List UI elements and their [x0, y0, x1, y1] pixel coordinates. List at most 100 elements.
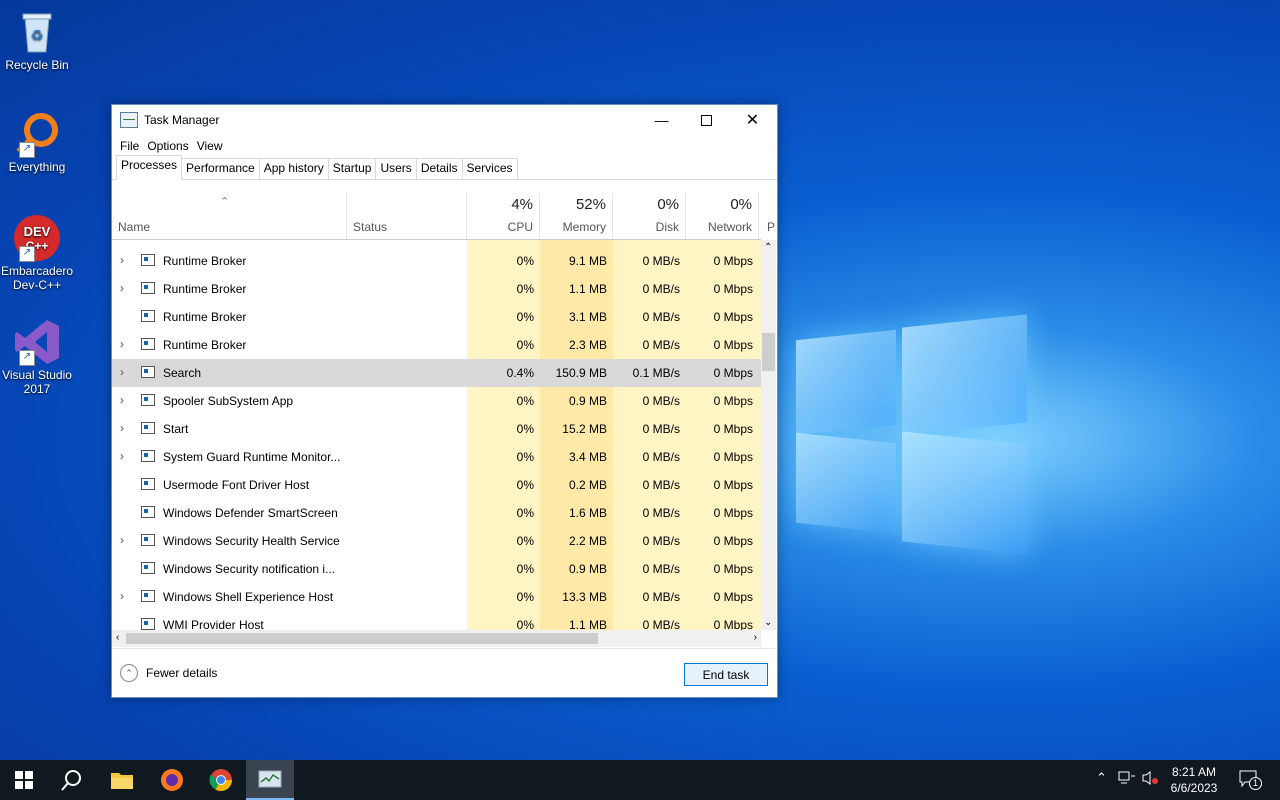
expand-chevron-icon[interactable]: ›: [120, 281, 124, 295]
process-name-cell[interactable]: Windows Security notification i...: [112, 555, 466, 583]
maximize-button[interactable]: [684, 105, 729, 135]
desktop-icon-everything[interactable]: ↗ Everything: [1, 110, 73, 174]
column-header-status[interactable]: Status: [347, 193, 467, 239]
search-button[interactable]: [48, 760, 96, 800]
process-disk-value: 0 MB/s: [642, 254, 680, 268]
process-name-cell[interactable]: › Runtime Broker: [112, 247, 466, 275]
process-network-value: 0 Mbps: [713, 338, 753, 352]
process-name-cell[interactable]: › System Guard Runtime Monitor...: [112, 443, 466, 471]
process-row[interactable]: WMI Provider Host 0% 1.1 MB 0 MB/s 0 Mbps: [112, 611, 761, 630]
expand-chevron-icon[interactable]: ›: [120, 449, 124, 463]
process-disk-value: 0 MB/s: [642, 534, 680, 548]
scroll-left-icon[interactable]: ‹: [116, 632, 119, 643]
tab-startup[interactable]: Startup: [327, 158, 377, 179]
process-row[interactable]: › Runtime Broker 0% 9.1 MB 0 MB/s 0 Mbps: [112, 247, 761, 275]
column-header-memory[interactable]: 52% Memory: [540, 193, 613, 239]
process-row[interactable]: › Search 0.4% 150.9 MB 0.1 MB/s 0 Mbps: [112, 359, 761, 387]
end-task-button[interactable]: End task: [684, 663, 768, 686]
tab-details[interactable]: Details: [415, 158, 463, 179]
process-row[interactable]: Windows Security notification i... 0% 0.9 …: [112, 555, 761, 583]
fewer-details-link[interactable]: ⌃ Fewer details: [120, 664, 217, 682]
column-header-power[interactable]: P: [759, 193, 775, 239]
expand-chevron-icon[interactable]: ›: [120, 337, 124, 351]
taskbar-task-manager[interactable]: [246, 760, 294, 800]
process-name-cell[interactable]: Runtime Broker: [112, 303, 466, 331]
process-disk-value: 0 MB/s: [642, 590, 680, 604]
windows-logo-wallpaper: [792, 305, 1032, 555]
tab-processes[interactable]: Processes: [116, 155, 183, 180]
process-memory-value: 3.4 MB: [568, 450, 607, 464]
process-row[interactable]: › Start 0% 15.2 MB 0 MB/s 0 Mbps: [112, 415, 761, 443]
desktop-icon-visual-studio[interactable]: ↗ Visual Studio 2017: [1, 318, 73, 396]
show-hidden-icons-chevron-icon[interactable]: ⌃: [1096, 770, 1107, 786]
expand-chevron-icon[interactable]: ›: [120, 393, 124, 407]
process-name-cell[interactable]: › Windows Security Health Service: [112, 527, 466, 555]
process-row[interactable]: › System Guard Runtime Monitor... 0% 3.4 MB…: [112, 443, 761, 471]
process-name-cell[interactable]: › Search: [112, 359, 466, 387]
scroll-up-icon[interactable]: ⌃: [764, 242, 772, 253]
tab-app-history[interactable]: App history: [258, 158, 329, 179]
menu-view[interactable]: View: [193, 139, 227, 153]
search-icon: [61, 770, 81, 791]
minimize-button[interactable]: —: [639, 105, 684, 135]
horizontal-scroll-thumb[interactable]: [126, 633, 598, 644]
expand-chevron-icon[interactable]: ›: [120, 589, 124, 603]
process-network-value: 0 Mbps: [713, 590, 753, 604]
taskbar-chrome[interactable]: [197, 760, 245, 800]
expand-chevron-icon[interactable]: ›: [120, 253, 124, 267]
process-name: Usermode Font Driver Host: [163, 478, 310, 492]
menu-file[interactable]: File: [116, 139, 143, 153]
process-memory-value: 9.1 MB: [568, 254, 607, 268]
process-row[interactable]: Runtime Broker 0% 3.1 MB 0 MB/s 0 Mbps: [112, 303, 761, 331]
volume-muted-icon[interactable]: [1141, 770, 1159, 789]
tab-performance[interactable]: Performance: [181, 158, 260, 179]
expand-chevron-icon[interactable]: ›: [120, 421, 124, 435]
vertical-scrollbar[interactable]: ⌃ ⌄: [761, 240, 776, 630]
expand-chevron-icon[interactable]: ›: [120, 365, 124, 379]
process-row[interactable]: Usermode Font Driver Host 0% 0.2 MB 0 MB/s 0…: [112, 471, 761, 499]
start-button[interactable]: [0, 760, 48, 800]
process-memory-value: 0.9 MB: [568, 394, 607, 408]
vertical-scroll-thumb[interactable]: [762, 333, 775, 371]
process-name-cell[interactable]: › Spooler SubSystem App: [112, 387, 466, 415]
scroll-down-icon[interactable]: ⌄: [764, 617, 772, 628]
process-name-cell[interactable]: › Runtime Broker: [112, 275, 466, 303]
column-header-disk[interactable]: 0% Disk: [613, 193, 686, 239]
process-disk-value: 0 MB/s: [642, 506, 680, 520]
process-name-cell[interactable]: › Windows Shell Experience Host: [112, 583, 466, 611]
title-bar[interactable]: Task Manager — ✕: [112, 105, 777, 135]
process-name-cell[interactable]: WMI Provider Host: [112, 611, 466, 630]
action-center-button[interactable]: 1: [1239, 770, 1262, 791]
process-row[interactable]: › Spooler SubSystem App 0% 0.9 MB 0 MB/s 0 Mb…: [112, 387, 761, 415]
horizontal-scrollbar[interactable]: ‹ ›: [112, 630, 761, 647]
process-name-cell[interactable]: Windows Defender SmartScreen: [112, 499, 466, 527]
column-header-row: ⌃ Name Status 4% CPU 52% Memory 0% Disk …: [112, 193, 775, 240]
taskbar-file-explorer[interactable]: [98, 760, 146, 800]
desktop-icon-recycle-bin[interactable]: ♻ Recycle Bin: [1, 8, 73, 72]
desktop-icon-devcpp[interactable]: DEV C++ ↗ Embarcadero Dev-C++: [1, 214, 73, 292]
process-row[interactable]: › Windows Security Health Service 0% 2.2 MB…: [112, 527, 761, 555]
close-button[interactable]: ✕: [730, 105, 775, 135]
tab-users[interactable]: Users: [375, 158, 417, 179]
tab-services[interactable]: Services: [461, 158, 518, 179]
process-name-cell[interactable]: Usermode Font Driver Host: [112, 471, 466, 499]
process-name: WMI Provider Host: [163, 618, 264, 630]
column-header-name[interactable]: ⌃ Name: [112, 193, 347, 239]
expand-chevron-icon[interactable]: ›: [120, 533, 124, 547]
process-name-cell[interactable]: › Start: [112, 415, 466, 443]
scroll-right-icon[interactable]: ›: [754, 632, 757, 643]
process-row[interactable]: › Runtime Broker 0% 1.1 MB 0 MB/s 0 Mbps: [112, 275, 761, 303]
network-icon[interactable]: [1118, 770, 1136, 789]
process-network-value: 0 Mbps: [713, 366, 753, 380]
process-row[interactable]: Windows Defender SmartScreen 0% 1.6 MB 0 MB…: [112, 499, 761, 527]
taskbar-clock[interactable]: 8:21 AM 6/6/2023: [1164, 764, 1224, 796]
column-header-network[interactable]: 0% Network: [686, 193, 759, 239]
process-row[interactable]: › Windows Shell Experience Host 0% 13.3 MB 0…: [112, 583, 761, 611]
taskbar-firefox[interactable]: [148, 760, 196, 800]
menu-options[interactable]: Options: [143, 139, 192, 153]
process-name-cell[interactable]: › Runtime Broker: [112, 331, 466, 359]
process-row[interactable]: › Runtime Broker 0% 2.3 MB 0 MB/s 0 Mbps: [112, 331, 761, 359]
desktop-icon-label: Visual Studio 2017: [2, 368, 72, 396]
process-cpu-value: 0%: [516, 338, 534, 352]
column-header-cpu[interactable]: 4% CPU: [467, 193, 540, 239]
